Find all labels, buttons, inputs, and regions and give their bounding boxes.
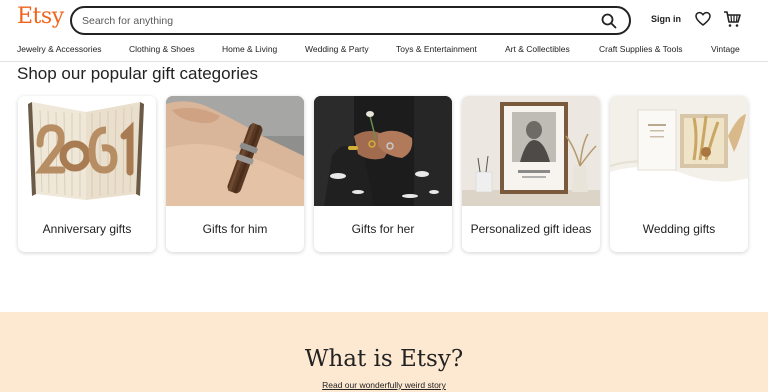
- section-title: Shop our popular gift categories: [17, 64, 258, 83]
- gifts-for-her-image: [314, 96, 452, 206]
- wedding-gifts-image: [610, 96, 748, 206]
- search-bar[interactable]: [70, 6, 631, 35]
- card-label: Personalized gift ideas: [470, 222, 592, 236]
- anniversary-image: [18, 96, 156, 206]
- nav-item-craft[interactable]: Craft Supplies & Tools: [599, 44, 682, 54]
- nav-item-art[interactable]: Art & Collectibles: [505, 44, 570, 54]
- cart-icon[interactable]: [723, 10, 741, 28]
- site-header: Etsy Sign in: [0, 0, 768, 40]
- about-title: What is Etsy?: [304, 346, 464, 372]
- nav-item-vintage[interactable]: Vintage: [711, 44, 740, 54]
- gift-card-wedding[interactable]: Wedding gifts: [610, 96, 748, 252]
- card-label: Wedding gifts: [642, 222, 716, 236]
- card-label: Gifts for him: [202, 222, 268, 236]
- personalized-gifts-image: [462, 96, 600, 206]
- etsy-logo[interactable]: Etsy: [17, 4, 64, 29]
- search-icon[interactable]: [601, 13, 617, 29]
- nav-item-jewelry[interactable]: Jewelry & Accessories: [17, 44, 102, 54]
- gifts-for-him-image: [166, 96, 304, 206]
- card-label: Gifts for her: [351, 222, 415, 236]
- gift-card-her[interactable]: Gifts for her: [314, 96, 452, 252]
- gift-card-him[interactable]: Gifts for him: [166, 96, 304, 252]
- heart-icon[interactable]: [695, 11, 711, 27]
- gift-card-anniversary[interactable]: Anniversary gifts: [18, 96, 156, 252]
- category-nav: Jewelry & Accessories Clothing & Shoes H…: [0, 40, 768, 62]
- about-story-link[interactable]: Read our wonderfully weird story: [0, 380, 768, 390]
- sign-in-link[interactable]: Sign in: [651, 14, 681, 24]
- nav-item-wedding[interactable]: Wedding & Party: [305, 44, 369, 54]
- nav-item-clothing[interactable]: Clothing & Shoes: [129, 44, 195, 54]
- search-input[interactable]: [82, 12, 582, 30]
- card-label: Anniversary gifts: [42, 222, 132, 236]
- nav-item-home[interactable]: Home & Living: [222, 44, 277, 54]
- nav-item-toys[interactable]: Toys & Entertainment: [396, 44, 477, 54]
- gift-card-personalized[interactable]: Personalized gift ideas: [462, 96, 600, 252]
